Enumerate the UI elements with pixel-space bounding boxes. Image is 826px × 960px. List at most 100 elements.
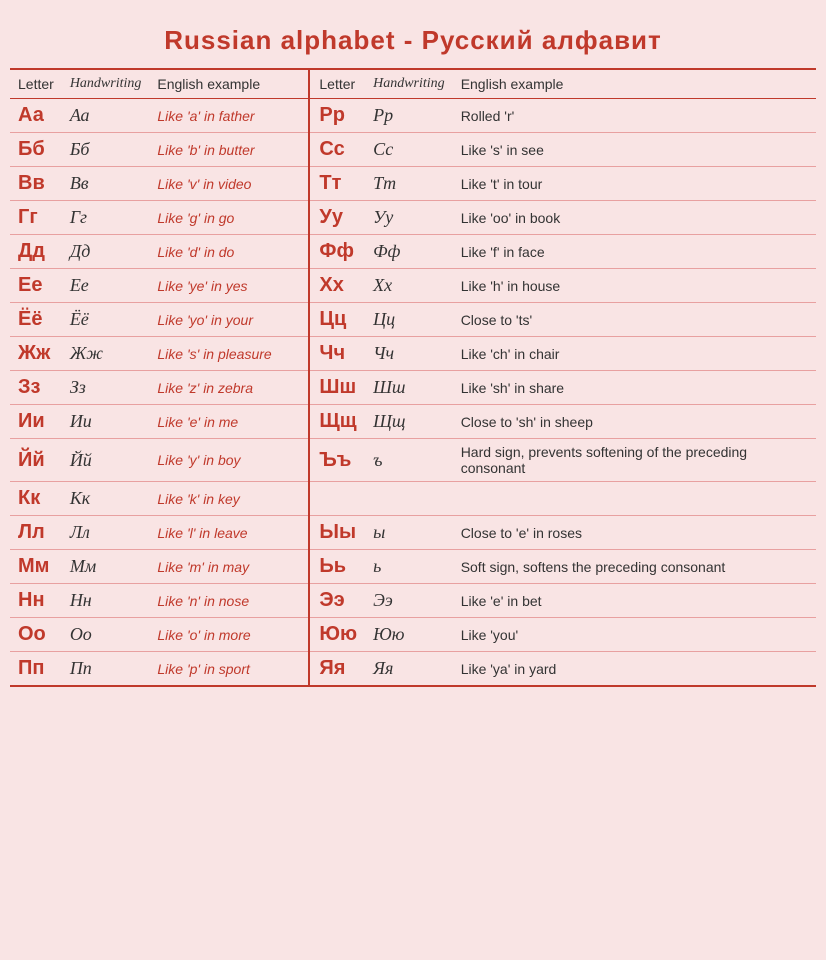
left-handwriting: Вв: [62, 167, 150, 201]
left-handwriting: Ёё: [62, 303, 150, 337]
left-example: Like 'n' in nose: [149, 584, 309, 618]
table-row: ЗзЗзLike 'z' in zebraШшШшLike 'sh' in sh…: [10, 371, 816, 405]
right-example: Like 'sh' in share: [453, 371, 816, 405]
left-letter: Бб: [10, 133, 62, 167]
right-example: Like 'oo' in book: [453, 201, 816, 235]
right-letter: [311, 482, 365, 516]
left-handwriting: Кк: [62, 482, 150, 516]
right-handwriting: Щщ: [365, 405, 453, 439]
header-example-left: English example: [149, 69, 309, 99]
left-letter: Кк: [10, 482, 62, 516]
right-letter: Цц: [311, 303, 365, 337]
left-example: Like 'g' in go: [149, 201, 309, 235]
left-handwriting: Зз: [62, 371, 150, 405]
left-example: Like 'z' in zebra: [149, 371, 309, 405]
left-example: Like 'p' in sport: [149, 652, 309, 687]
left-letter: Гг: [10, 201, 62, 235]
right-letter: Ээ: [311, 584, 365, 618]
page-title: Russian alphabet - Русский алфавит: [10, 10, 816, 68]
left-handwriting: Бб: [62, 133, 150, 167]
table-row: ПпПпLike 'p' in sportЯяЯяLike 'ya' in ya…: [10, 652, 816, 687]
right-handwriting: Яя: [365, 652, 453, 687]
left-example: Like 's' in pleasure: [149, 337, 309, 371]
left-letter: Дд: [10, 235, 62, 269]
header-letter-left: Letter: [10, 69, 62, 99]
left-example: Like 'm' in may: [149, 550, 309, 584]
left-handwriting: Аа: [62, 99, 150, 133]
table-row: КкКкLike 'k' in key: [10, 482, 816, 516]
table-row: ЕеЕеLike 'ye' in yesХхХхLike 'h' in hous…: [10, 269, 816, 303]
right-example: Soft sign, softens the preceding consona…: [453, 550, 816, 584]
header-handwriting-left: Handwriting: [62, 69, 150, 99]
right-handwriting: Тт: [365, 167, 453, 201]
right-handwriting: ь: [365, 550, 453, 584]
right-example: Hard sign, prevents softening of the pre…: [453, 439, 816, 482]
header-letter-right: Letter: [311, 69, 365, 99]
left-handwriting: Жж: [62, 337, 150, 371]
left-letter: Ёё: [10, 303, 62, 337]
right-example: [453, 482, 816, 516]
right-handwriting: Юю: [365, 618, 453, 652]
table-row: ЁёЁёLike 'yo' in yourЦцЦцClose to 'ts': [10, 303, 816, 337]
table-row: НнНнLike 'n' in noseЭэЭэLike 'e' in bet: [10, 584, 816, 618]
right-letter: Фф: [311, 235, 365, 269]
right-example: Like 't' in tour: [453, 167, 816, 201]
left-handwriting: Лл: [62, 516, 150, 550]
right-handwriting: Фф: [365, 235, 453, 269]
left-letter: Лл: [10, 516, 62, 550]
table-row: МмМмLike 'm' in mayЬььSoft sign, softens…: [10, 550, 816, 584]
left-handwriting: Дд: [62, 235, 150, 269]
right-handwriting: Сс: [365, 133, 453, 167]
left-handwriting: Ее: [62, 269, 150, 303]
right-letter: Щщ: [311, 405, 365, 439]
right-handwriting: Чч: [365, 337, 453, 371]
right-letter: Рр: [311, 99, 365, 133]
left-handwriting: Йй: [62, 439, 150, 482]
left-letter: Йй: [10, 439, 62, 482]
left-handwriting: Гг: [62, 201, 150, 235]
table-row: ВвВвLike 'v' in videoТтТтLike 't' in tou…: [10, 167, 816, 201]
table-row: АаАаLike 'a' in fatherРрРрRolled 'r': [10, 99, 816, 133]
left-letter: Ее: [10, 269, 62, 303]
right-handwriting: ы: [365, 516, 453, 550]
right-handwriting: Ээ: [365, 584, 453, 618]
left-example: Like 'e' in me: [149, 405, 309, 439]
left-example: Like 'y' in boy: [149, 439, 309, 482]
right-example: Like 'h' in house: [453, 269, 816, 303]
table-row: ЛлЛлLike 'l' in leaveЫыыClose to 'e' in …: [10, 516, 816, 550]
right-letter: Яя: [311, 652, 365, 687]
left-example: Like 'l' in leave: [149, 516, 309, 550]
left-example: Like 'a' in father: [149, 99, 309, 133]
right-example: Rolled 'r': [453, 99, 816, 133]
right-example: Like 'ch' in chair: [453, 337, 816, 371]
right-example: Like 's' in see: [453, 133, 816, 167]
right-handwriting: Цц: [365, 303, 453, 337]
right-example: Close to 'e' in roses: [453, 516, 816, 550]
right-handwriting: ъ: [365, 439, 453, 482]
left-letter: Пп: [10, 652, 62, 687]
right-example: Like 'f' in face: [453, 235, 816, 269]
right-letter: Сс: [311, 133, 365, 167]
right-handwriting: Уу: [365, 201, 453, 235]
right-handwriting: Хх: [365, 269, 453, 303]
right-letter: Тт: [311, 167, 365, 201]
alphabet-table: Letter Handwriting English example Lette…: [10, 68, 816, 687]
header-example-right: English example: [453, 69, 816, 99]
header-handwriting-right: Handwriting: [365, 69, 453, 99]
left-handwriting: Мм: [62, 550, 150, 584]
right-example: Like 'ya' in yard: [453, 652, 816, 687]
left-handwriting: Нн: [62, 584, 150, 618]
right-example: Close to 'ts': [453, 303, 816, 337]
table-row: ОоОоLike 'o' in moreЮюЮюLike 'you': [10, 618, 816, 652]
right-letter: Хх: [311, 269, 365, 303]
left-handwriting: Оо: [62, 618, 150, 652]
table-row: ЙйЙйLike 'y' in boyЪъъHard sign, prevent…: [10, 439, 816, 482]
right-letter: Уу: [311, 201, 365, 235]
left-example: Like 'ye' in yes: [149, 269, 309, 303]
right-letter: Ьь: [311, 550, 365, 584]
right-example: Close to 'sh' in sheep: [453, 405, 816, 439]
left-letter: Ии: [10, 405, 62, 439]
right-letter: Шш: [311, 371, 365, 405]
left-example: Like 'v' in video: [149, 167, 309, 201]
left-letter: Аа: [10, 99, 62, 133]
